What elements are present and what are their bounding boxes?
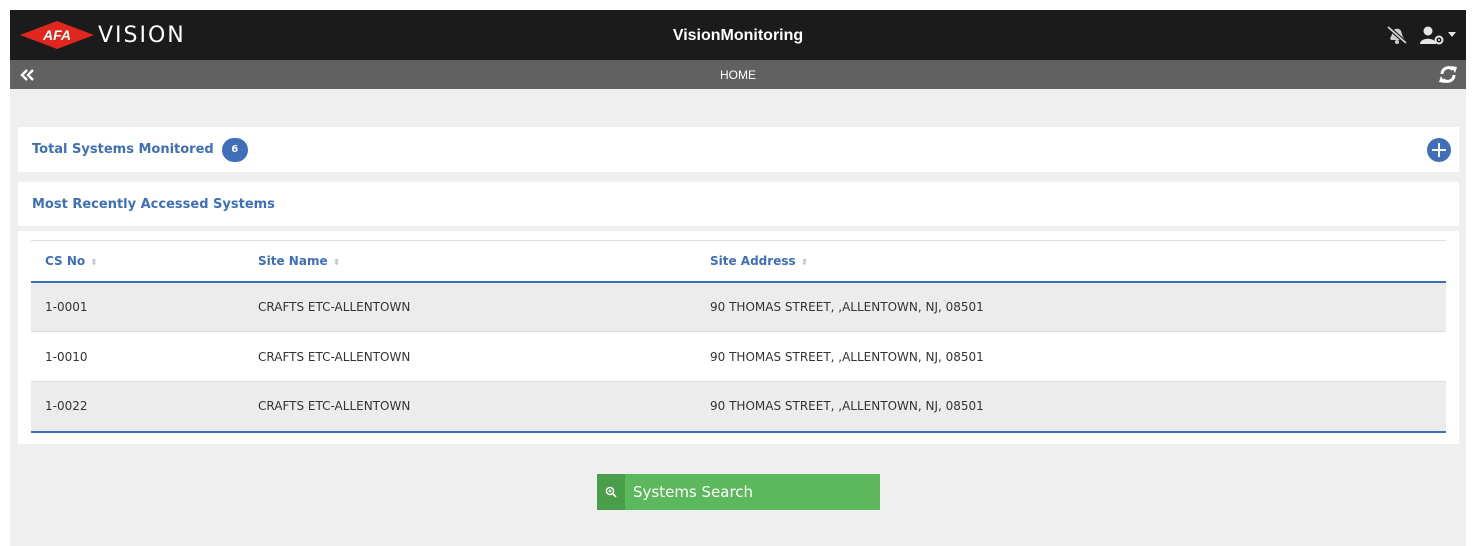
bell-slash-icon[interactable] [1386, 25, 1408, 45]
site-address-cell: 90 THOMAS STREET, ,ALLENTOWN, NJ, 08501 [710, 299, 984, 314]
systems-search-button[interactable]: Systems Search [597, 474, 880, 510]
breadcrumb: HOME [720, 68, 756, 82]
table-row[interactable]: 1-0010 CRAFTS ETC-ALLENTOWN 90 THOMAS ST… [31, 331, 1446, 382]
total-systems-label: Total Systems Monitored [32, 142, 214, 157]
top-bar: AFA VISION VisionMonitoring [10, 10, 1466, 60]
brand-logo[interactable]: AFA VISION [20, 10, 186, 60]
top-actions [1386, 10, 1456, 60]
cs-no-cell: 1-0010 [45, 349, 88, 364]
site-address-cell: 90 THOMAS STREET, ,ALLENTOWN, NJ, 08501 [710, 399, 984, 414]
site-name-cell: CRAFTS ETC-ALLENTOWN [258, 299, 411, 314]
site-name-cell: CRAFTS ETC-ALLENTOWN [258, 399, 411, 414]
recent-systems-table-panel: CS No ⬍ Site Name ⬍ Site Address ⬍ 1-0001 C… [18, 231, 1459, 444]
systems-count-badge: 6 [221, 137, 248, 162]
app-title: VisionMonitoring [672, 27, 804, 44]
column-header-site-name[interactable]: Site Name ⬍ [244, 241, 696, 282]
site-address-cell: 90 THOMAS STREET, ,ALLENTOWN, NJ, 08501 [710, 349, 984, 364]
sort-icon[interactable]: ⬍ [801, 258, 809, 268]
site-name-cell: CRAFTS ETC-ALLENTOWN [258, 349, 411, 364]
plus-circle-icon[interactable] [1427, 138, 1451, 162]
sort-icon[interactable]: ⬍ [90, 258, 98, 268]
double-chevron-left-icon[interactable] [20, 68, 34, 81]
zoom-icon [597, 474, 625, 510]
column-header-cs-no[interactable]: CS No ⬍ [31, 241, 244, 282]
total-systems-panel: Total Systems Monitored 6 [18, 127, 1459, 172]
cs-no-cell: 1-0001 [45, 299, 88, 314]
table-row[interactable]: 1-0001 CRAFTS ETC-ALLENTOWN 90 THOMAS ST… [31, 281, 1446, 332]
sort-icon[interactable]: ⬍ [333, 258, 341, 268]
recent-systems-title: Most Recently Accessed Systems [32, 196, 275, 212]
brand-wordmark: VISION [98, 22, 186, 48]
sub-header-bar: HOME [10, 60, 1466, 89]
table-header-row: CS No ⬍ Site Name ⬍ Site Address ⬍ [31, 240, 1446, 282]
refresh-icon[interactable] [1438, 65, 1458, 89]
app-window: AFA VISION VisionMonitoring HOME Total S… [10, 10, 1466, 546]
column-header-site-address[interactable]: Site Address ⬍ [696, 241, 1446, 282]
systems-search-label: Systems Search [633, 483, 754, 501]
afa-logo: AFA [20, 21, 94, 49]
recent-systems-header: Most Recently Accessed Systems [18, 182, 1459, 226]
svg-text:AFA: AFA [42, 27, 71, 43]
cs-no-cell: 1-0022 [45, 399, 88, 414]
recent-systems-table: CS No ⬍ Site Name ⬍ Site Address ⬍ 1-0001 C… [31, 240, 1446, 433]
user-settings-icon[interactable] [1420, 25, 1456, 45]
table-row[interactable]: 1-0022 CRAFTS ETC-ALLENTOWN 90 THOMAS ST… [31, 381, 1446, 432]
caret-down-icon [1448, 32, 1456, 37]
